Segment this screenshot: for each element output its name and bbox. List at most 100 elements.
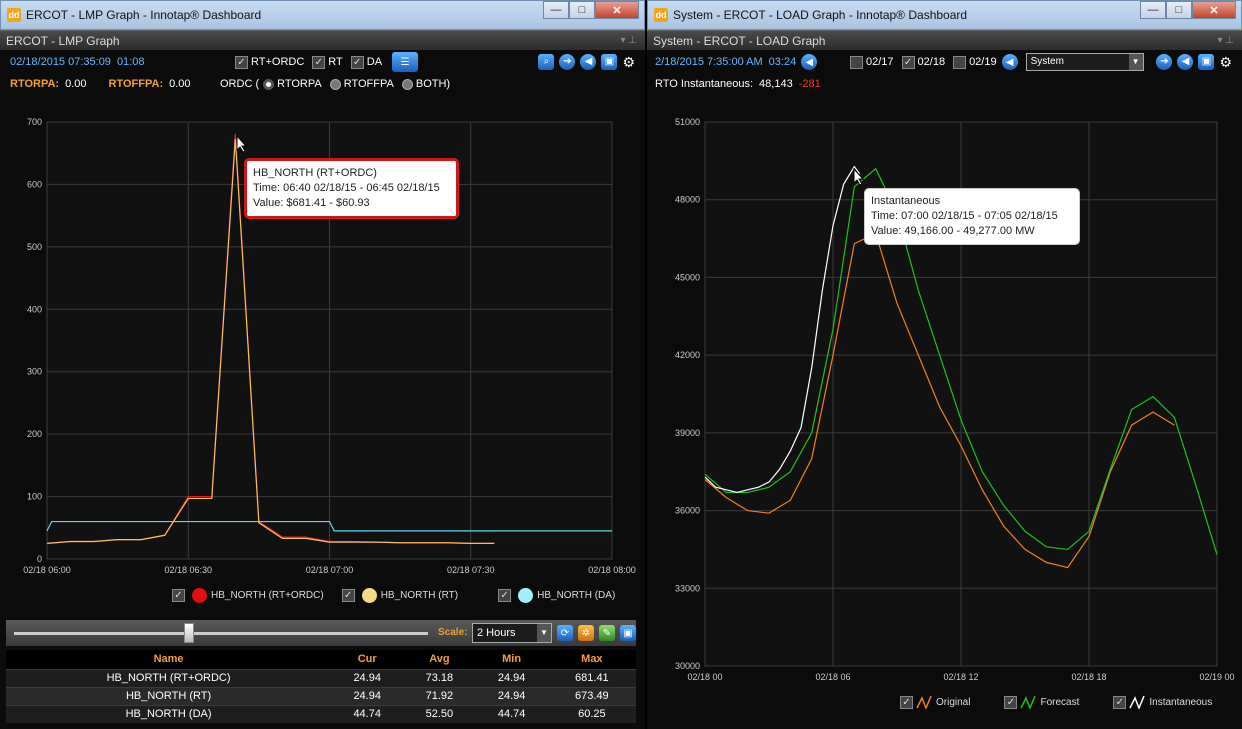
y-tick-label: 300 [27,367,42,377]
col-cur: Cur [331,650,404,669]
day-0219-checkbox[interactable] [953,55,967,69]
y-tick-label: 500 [27,242,42,252]
cell-cur: 44.74 [331,704,404,723]
sound-icon[interactable]: ◀ [580,53,597,70]
rto-delta: -281 [798,78,821,90]
pin-icon[interactable]: ▾ ⊥ [1217,35,1234,46]
toggle-da-checkbox[interactable]: ✓ [350,55,364,69]
legend-original-swatch [916,695,932,709]
load-tooltip-value: Value: 49,166.00 - 49,277.00 MW [871,225,1035,237]
forward-icon[interactable]: ➔ [1156,53,1173,70]
close-button[interactable]: ✕ [1192,1,1236,19]
cell-cur: 24.94 [331,668,404,687]
cell-min: 44.74 [475,704,548,723]
radio-both[interactable] [401,78,413,90]
sound-icon[interactable]: ◀ [1177,53,1194,70]
cell-avg: 73.18 [403,668,476,687]
cell-avg: 52.50 [403,704,476,723]
cell-max: 681.41 [547,668,636,687]
maximize-button[interactable]: □ [569,1,595,19]
y-tick-label: 33000 [675,583,700,593]
lmp-legend: ✓ HB_NORTH (RT+ORDC) ✓ HB_NORTH (RT) ✓ H… [172,588,615,603]
ordc-label: ORDC ( [220,78,260,90]
legend-instantaneous-checkbox[interactable]: ✓ [1113,695,1127,709]
close-button[interactable]: ✕ [595,1,639,19]
x-tick-label: 02/18 08:00 [588,565,636,575]
lmp-panel-title: ERCOT - LMP Graph [6,33,120,48]
minimize-button[interactable]: — [1140,1,1166,19]
toggle-rt-ordc-checkbox[interactable]: ✓ [235,55,248,69]
load-panel-header: System - ERCOT - LOAD Graph ▾ ⊥ [647,30,1242,50]
lmp-titlebar[interactable]: dd ERCOT - LMP Graph - Innotap® Dashboar… [0,0,645,30]
edit-icon[interactable]: ✎ [599,625,615,641]
table-row[interactable]: HB_NORTH (DA) 44.74 52.50 44.74 60.25 [6,704,636,723]
cell-max: 60.25 [547,704,636,723]
x-tick-label: 02/19 00 [1199,672,1234,682]
table-row[interactable]: HB_NORTH (RT+ORDC) 24.94 73.18 24.94 681… [6,668,636,687]
legend-forecast-checkbox[interactable]: ✓ [1004,695,1018,709]
settings-icon[interactable]: ✲ [578,625,594,641]
day-0217-checkbox[interactable] [850,55,863,69]
zoom-icon[interactable]: ⌕ [538,53,555,70]
sound-icon[interactable]: ◀ [1001,54,1018,70]
gear-icon[interactable]: ⚙ [622,54,635,71]
col-min: Min [475,650,548,669]
rtorpa-value: 0.00 [65,78,87,90]
lmp-toolbar: 02/18/2015 07:35:09 01:08 ✓ RT+ORDC ✓ RT… [0,50,645,74]
legend-rt-checkbox[interactable]: ✓ [341,589,355,602]
legend-da-swatch [518,588,534,603]
scale-select[interactable]: 2 Hours ▼ [472,623,552,643]
save-icon[interactable]: ▣ [601,53,618,70]
y-tick-label: 200 [27,429,42,439]
list-view-icon[interactable]: ☰ [392,52,419,72]
refresh-icon[interactable]: ⟳ [557,625,573,641]
radio-both-label: BOTH) [415,78,451,90]
x-tick-label: 02/18 07:00 [306,565,354,575]
y-tick-label: 36000 [675,506,700,516]
load-tooltip-time: Time: 07:00 02/18/15 - 07:05 02/18/15 [871,210,1058,222]
radio-rtorpa[interactable] [263,78,275,90]
toggle-da-label: DA [366,56,383,68]
rtoffpa-label: RTOFFPA: [108,78,164,90]
legend-instantaneous-swatch [1129,695,1146,709]
cell-name: HB_NORTH (RT+ORDC) [6,668,332,687]
pin-icon[interactable]: ▾ ⊥ [620,35,637,46]
sound-icon[interactable]: ◀ [801,54,818,70]
mouse-cursor-icon [236,135,248,153]
rto-label: RTO Instantaneous: [655,78,754,90]
radio-rtoffpa[interactable] [329,78,341,90]
cell-min: 24.94 [475,686,548,705]
table-row[interactable]: HB_NORTH (RT) 24.94 71.92 24.94 673.49 [6,686,636,705]
lmp-panel-header: ERCOT - LMP Graph ▾ ⊥ [0,30,645,50]
load-legend: ✓ Original ✓ Forecast ✓ Instantaneous [900,695,1212,709]
col-max: Max [547,650,636,669]
load-timestamp: 2/18/2015 7:35:00 AM [655,56,763,68]
export-icon[interactable]: ▣ [620,625,636,641]
legend-da-checkbox[interactable]: ✓ [498,589,512,602]
cell-max: 673.49 [547,686,636,705]
toggle-rt-checkbox[interactable]: ✓ [312,55,326,69]
x-tick-label: 02/18 18 [1071,672,1106,682]
time-slider-track[interactable] [14,632,428,635]
legend-rt-ordc-checkbox[interactable]: ✓ [172,589,185,602]
gear-icon[interactable]: ⚙ [1219,54,1232,71]
save-icon[interactable]: ▣ [1198,53,1215,70]
day-0219-label: 02/19 [969,56,997,68]
lmp-window-title: ERCOT - LMP Graph - Innotap® Dashboard [26,8,262,22]
legend-original-checkbox[interactable]: ✓ [900,695,913,709]
x-tick-label: 02/18 06:30 [164,565,212,575]
day-0218-checkbox[interactable]: ✓ [901,55,915,69]
zone-select[interactable]: System ▼ [1025,53,1144,71]
y-tick-label: 400 [27,304,42,314]
time-slider-thumb[interactable] [184,623,194,643]
rtorpa-label: RTORPA: [10,78,60,90]
minimize-button[interactable]: — [543,1,569,19]
lmp-stats-table: Name Cur Avg Min Max HB_NORTH (RT+ORDC) … [6,650,636,723]
maximize-button[interactable]: □ [1166,1,1192,19]
forward-icon[interactable]: ➔ [559,53,576,70]
col-name: Name [6,650,332,669]
load-titlebar[interactable]: dd System - ERCOT - LOAD Graph - Innotap… [647,0,1242,30]
load-countdown: 03:24 [768,56,797,68]
radio-rtoffpa-label: RTOFFPA [343,78,394,90]
y-tick-label: 42000 [675,350,700,360]
